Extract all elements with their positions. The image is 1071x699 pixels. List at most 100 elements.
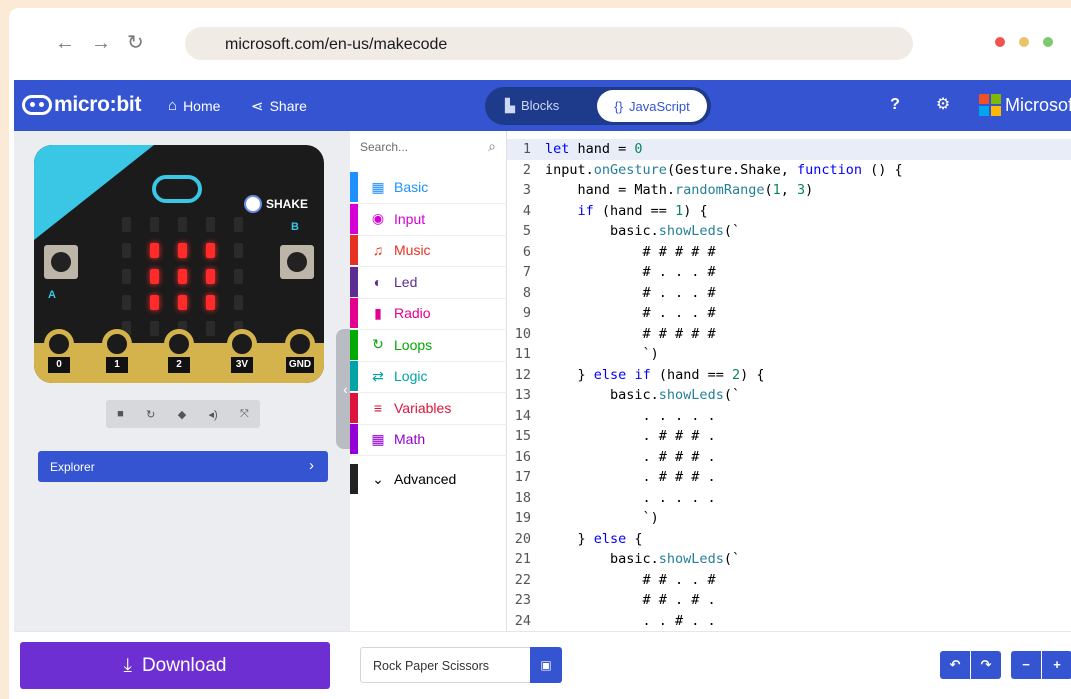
led-pixel	[122, 243, 131, 258]
button-b-label: B	[291, 221, 299, 233]
share-button[interactable]: ⋖ Share	[251, 97, 307, 115]
category-radio[interactable]: ▮ Radio	[350, 298, 507, 328]
line-number: 6	[522, 243, 531, 260]
shake-button[interactable]: SHAKE	[244, 195, 308, 213]
category-color-bar	[350, 464, 358, 494]
category-icon: ◐	[373, 273, 383, 290]
category-color-bar	[350, 361, 358, 391]
code-text: `)	[545, 346, 659, 362]
help-icon[interactable]: ?	[886, 96, 904, 114]
code-editor[interactable]: 1 let hand = 0 2 input.onGesture(Gesture.Sh…	[507, 131, 1071, 631]
line-number: 21	[514, 551, 531, 567]
code-line: 10 # # # # #	[507, 324, 1071, 345]
slowmo-icon[interactable]: ◆	[178, 408, 186, 421]
category-color-bar	[350, 298, 358, 328]
simulator-controls: ■ ↻ ◆ ◂) ⤧	[106, 400, 260, 428]
category-color-bar	[350, 235, 358, 265]
mute-icon[interactable]: ◂)	[208, 408, 217, 421]
pin-label: 1	[106, 357, 128, 373]
search-icon[interactable]: ⌕	[488, 138, 496, 155]
led-pixel	[178, 269, 187, 284]
led-pixel	[122, 295, 131, 310]
home-button[interactable]: ⌂ Home	[168, 97, 220, 114]
pin-label: 3V	[231, 357, 253, 373]
zoom-out-icon[interactable]: −	[1011, 651, 1041, 679]
gear-icon[interactable]: ⚙	[934, 96, 952, 114]
download-button[interactable]: ⤓ Download	[20, 642, 330, 689]
makecode-header: micro:bit ⌂ Home ⋖ Share ▙ Blocks {} Jav…	[14, 80, 1071, 131]
category-led[interactable]: ◐ Led	[350, 266, 507, 297]
led-pixel	[178, 217, 187, 232]
pin-ring[interactable]	[164, 329, 194, 359]
pin-ring[interactable]	[227, 329, 257, 359]
zoom-in-icon[interactable]: +	[1042, 651, 1071, 679]
category-input[interactable]: ◉ Input	[350, 203, 507, 234]
code-line: 5 basic.showLeds(`	[507, 221, 1071, 242]
category-icon: ♫	[372, 242, 384, 258]
category-label: Radio	[394, 305, 431, 321]
led-pixel	[234, 243, 243, 258]
category-loops[interactable]: ↻ Loops	[350, 329, 507, 360]
button-a[interactable]	[44, 245, 78, 279]
category-advanced[interactable]: ⌄ Advanced	[350, 464, 507, 494]
code-text: # # . . #	[545, 571, 716, 588]
code-text: # # # # #	[545, 325, 716, 342]
line-number: 24	[514, 612, 531, 629]
save-icon[interactable]: ▣	[530, 647, 562, 683]
led-pixel	[150, 269, 159, 284]
led-pixel	[206, 321, 215, 336]
pin-ring[interactable]	[102, 329, 132, 359]
blocks-tab[interactable]: ▙ Blocks	[505, 98, 559, 114]
category-color-bar	[350, 266, 358, 297]
forward-icon[interactable]: →	[91, 33, 111, 53]
line-number: 2	[522, 161, 531, 178]
microsoft-label[interactable]: Microsoft	[1005, 95, 1071, 116]
javascript-tab[interactable]: {} JavaScript	[597, 90, 707, 122]
category-math[interactable]: ▦ Math	[350, 424, 507, 454]
category-label: Math	[394, 431, 426, 447]
category-music[interactable]: ♫ Music	[350, 235, 507, 265]
address-bar[interactable]: microsoft.com/en-us/makecode	[185, 27, 913, 60]
reload-icon[interactable]: ↻	[127, 33, 144, 53]
category-label: Variables	[394, 399, 452, 416]
pin-ring[interactable]	[285, 329, 315, 359]
redo-icon[interactable]: ↷	[971, 651, 1001, 679]
browser-window: ← → ↻ microsoft.com/en-us/makecode micro…	[9, 8, 1071, 699]
microsoft-logo-icon[interactable]	[979, 94, 1001, 116]
category-logic[interactable]: ⇄ Logic	[350, 361, 507, 391]
board-logo-icon	[152, 175, 202, 203]
undo-icon[interactable]: ↶	[940, 651, 970, 679]
stop-icon[interactable]: ■	[117, 408, 124, 420]
category-icon: ≡	[373, 399, 383, 416]
toolbox-search-input[interactable]: Search... ⌕	[360, 138, 500, 160]
button-b[interactable]	[280, 245, 314, 279]
line-number: 8	[522, 284, 531, 301]
line-number: 4	[522, 202, 531, 219]
explorer-button[interactable]: Explorer ›	[38, 451, 328, 482]
microbit-logo[interactable]: micro:bit	[22, 93, 141, 117]
code-text: # . . . #	[545, 284, 716, 301]
category-basic[interactable]: ▦ Basic	[350, 172, 507, 202]
fullscreen-icon[interactable]: ⤧	[240, 408, 249, 421]
back-icon[interactable]: ←	[55, 33, 75, 53]
code-line: 8 # . . . #	[507, 283, 1071, 304]
category-color-bar	[350, 424, 358, 454]
window-dot-green[interactable]	[1043, 37, 1053, 47]
code-line: 15 . # # # .	[507, 426, 1071, 447]
category-label: Advanced	[394, 471, 457, 487]
window-dot-red[interactable]	[995, 37, 1005, 47]
home-icon: ⌂	[168, 97, 178, 114]
code-line: 3 hand = Math.randomRange(1, 3)	[507, 180, 1071, 201]
code-text: basic.showLeds(`	[545, 223, 741, 239]
microbit-board[interactable]: SHAKE A B 0 1 2 3V GND	[34, 145, 324, 383]
board-corner-graphic	[34, 145, 154, 240]
restart-icon[interactable]: ↻	[146, 408, 155, 421]
led-pixel	[122, 269, 131, 284]
category-icon: ↻	[372, 336, 384, 352]
pin-ring[interactable]	[44, 329, 74, 359]
led-pixel	[150, 243, 159, 258]
category-color-bar	[350, 203, 358, 234]
window-dot-yellow[interactable]	[1019, 37, 1029, 47]
category-variables[interactable]: ≡ Variables	[350, 392, 507, 423]
project-name-input[interactable]: Rock Paper Scissors	[360, 647, 530, 683]
